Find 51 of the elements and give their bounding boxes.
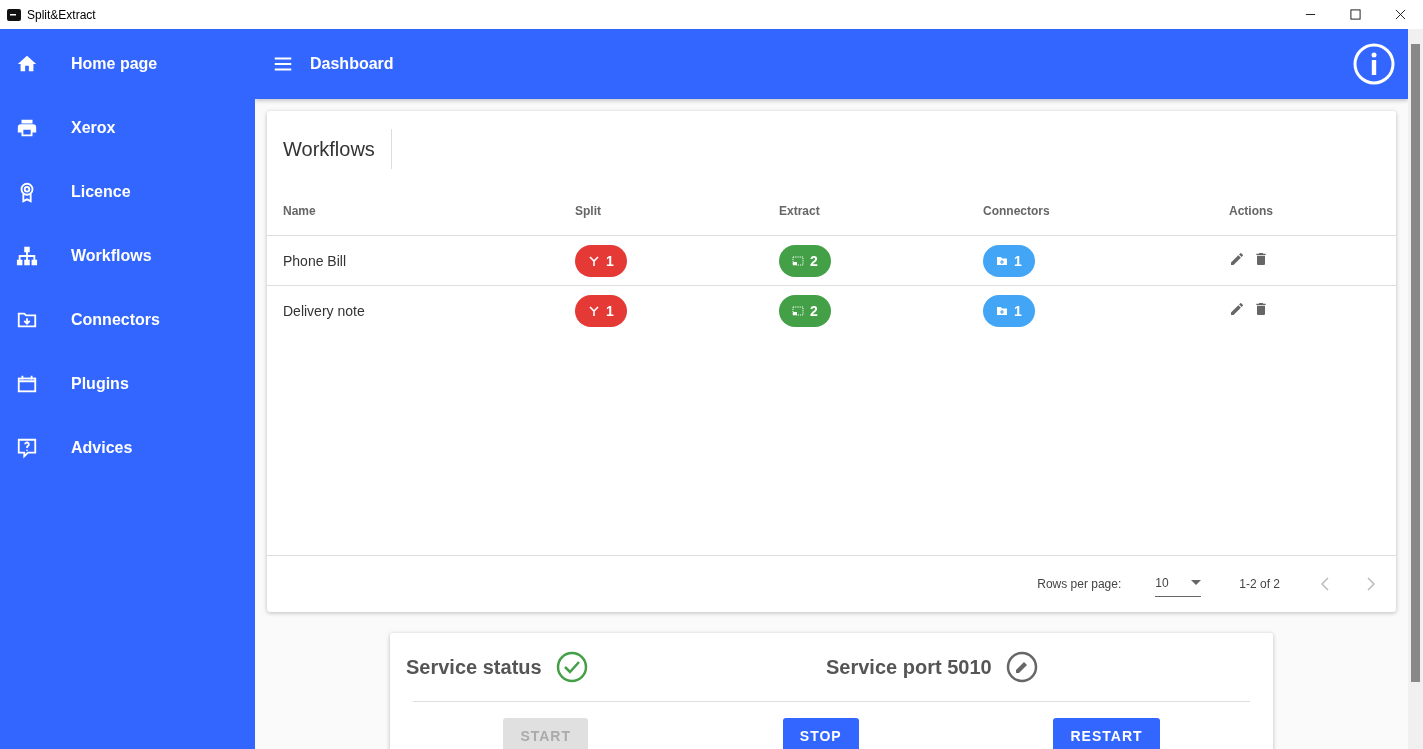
page-range: 1-2 of 2 — [1239, 577, 1280, 591]
app-icon — [7, 8, 21, 21]
rows-per-page-select[interactable]: 10 — [1155, 571, 1202, 597]
info-icon[interactable] — [1352, 42, 1396, 86]
selection-icon — [792, 304, 804, 317]
page-title: Dashboard — [310, 55, 394, 73]
column-header: Connectors — [982, 187, 1228, 236]
sidebar-item[interactable]: Workflows — [0, 224, 255, 288]
delete-icon[interactable] — [1253, 301, 1269, 317]
sidebar-item[interactable]: Plugins — [0, 352, 255, 416]
table-cell: Phone Bill — [283, 252, 347, 269]
connectors-count-chip[interactable]: 1 — [983, 244, 1035, 277]
split-count-chip[interactable]: 1 — [575, 244, 627, 277]
extract-count-chip[interactable]: 2 — [779, 294, 831, 327]
service-button[interactable]: RESTART — [1053, 718, 1160, 749]
close-icon[interactable] — [1395, 9, 1406, 20]
sitemap-icon — [16, 245, 38, 267]
printer-icon — [16, 117, 38, 139]
sidebar-item[interactable]: Advices — [0, 416, 255, 480]
split-icon — [588, 254, 600, 267]
calendar-icon — [16, 373, 38, 395]
caret-icon — [1191, 580, 1202, 585]
sidebar-item[interactable]: Licence — [0, 160, 255, 224]
selection-icon — [792, 254, 804, 267]
edit-icon[interactable] — [1229, 251, 1245, 267]
split-icon — [588, 304, 600, 317]
help-icon — [16, 437, 38, 459]
split-count-chip[interactable]: 1 — [575, 294, 627, 327]
scrollbar-thumb[interactable] — [1411, 44, 1420, 682]
connectors-count-chip[interactable]: 1 — [983, 294, 1035, 327]
window-title: Split&Extract — [27, 7, 96, 22]
column-header: Name — [267, 187, 574, 236]
extract-count-chip[interactable]: 2 — [779, 244, 831, 277]
service-port-label: Service port 5010 — [826, 655, 992, 679]
delete-icon[interactable] — [1253, 251, 1269, 267]
rows-per-page-label: Rows per page: — [1037, 577, 1122, 591]
service-status-label: Service status — [406, 655, 542, 679]
table-cell: Delivery note — [283, 302, 365, 319]
column-header: Extract — [778, 187, 982, 236]
card-title: Workflows — [283, 129, 392, 169]
column-header: Actions — [1228, 187, 1396, 236]
column-header: Split — [574, 187, 778, 236]
service-button[interactable]: STOP — [782, 718, 859, 749]
edit-icon[interactable] — [1005, 651, 1038, 683]
sidebar-item[interactable]: Connectors — [0, 288, 255, 352]
maximize-icon[interactable] — [1350, 9, 1361, 20]
sidebar-item[interactable]: Xerox — [0, 96, 255, 160]
edit-icon[interactable] — [1229, 301, 1245, 317]
sidebar-item[interactable]: Home page — [0, 32, 255, 96]
folder-icon — [996, 254, 1008, 267]
folder-icon — [996, 304, 1008, 317]
